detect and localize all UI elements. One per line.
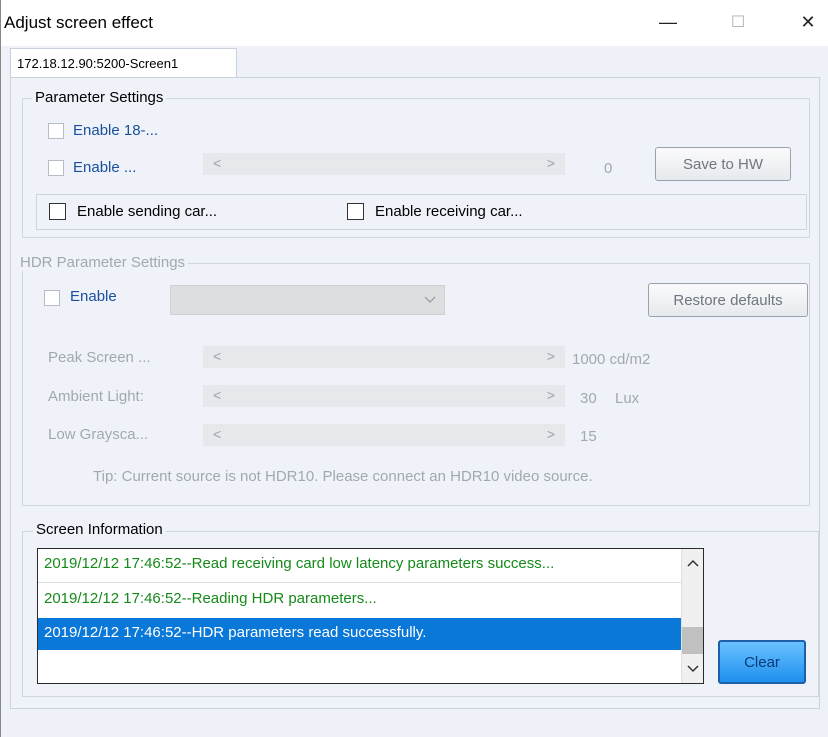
slider-left-arrow-icon[interactable]: < [213, 155, 221, 171]
minimize-button[interactable]: — [648, 4, 688, 40]
ambient-light-unit: Lux [615, 390, 640, 407]
chevron-down-icon [424, 296, 436, 303]
parameter-slider-value: 0 [604, 160, 613, 177]
low-grayscale-label: Low Graysca... [48, 426, 149, 443]
save-to-hw-button[interactable]: Save to HW [655, 147, 791, 181]
hdr-enable-label: Enable [70, 288, 117, 305]
screen-information-log[interactable]: 2019/12/12 17:46:52--Read receiving card… [37, 548, 704, 684]
enable-label: Enable ... [73, 159, 137, 176]
close-button[interactable]: ✕ [788, 4, 828, 40]
peak-left-arrow-icon[interactable]: < [213, 348, 221, 364]
peak-right-arrow-icon[interactable]: > [547, 348, 555, 364]
lowgray-left-arrow-icon[interactable]: < [213, 426, 221, 442]
enable-checkbox[interactable] [48, 160, 64, 176]
hdr-enable-checkbox[interactable] [44, 290, 60, 306]
maximize-button[interactable]: ☐ [718, 4, 758, 40]
log-row[interactable]: 2019/12/12 17:46:52--Reading HDR paramet… [38, 584, 681, 616]
log-scrollbar[interactable] [681, 549, 703, 683]
enable-receiving-card-label: Enable receiving car... [375, 203, 523, 220]
window-title: Adjust screen effect [4, 13, 153, 32]
low-grayscale-value: 15 [580, 428, 597, 445]
clear-button[interactable]: Clear [718, 640, 806, 684]
enable-18-checkbox[interactable] [48, 123, 64, 139]
scroll-down-icon[interactable] [687, 665, 699, 673]
hdr-settings-title: HDR Parameter Settings [17, 254, 189, 271]
parameter-slider[interactable]: < > [203, 153, 565, 175]
slider-right-arrow-icon[interactable]: > [547, 155, 555, 171]
hdr-tip: Tip: Current source is not HDR10. Please… [93, 468, 593, 485]
peak-screen-value: 1000 cd/m2 [572, 351, 651, 368]
enable-sending-card-label: Enable sending car... [77, 203, 218, 220]
log-row[interactable]: 2019/12/12 17:46:52--Read receiving card… [38, 549, 681, 581]
enable-receiving-card-checkbox[interactable] [347, 203, 364, 220]
lowgray-right-arrow-icon[interactable]: > [547, 426, 555, 442]
tab-screen1[interactable]: 172.18.12.90:5200-Screen1 [10, 48, 237, 78]
screen-information-title: Screen Information [33, 521, 166, 538]
enable-sending-card-checkbox[interactable] [49, 203, 66, 220]
enable-18-label: Enable 18-... [73, 122, 159, 139]
ambient-light-value: 30 [580, 390, 597, 407]
ambient-light-slider[interactable]: < > [203, 385, 565, 407]
ambient-right-arrow-icon[interactable]: > [547, 387, 555, 403]
log-row-selected[interactable]: 2019/12/12 17:46:52--HDR parameters read… [38, 618, 681, 650]
restore-defaults-button[interactable]: Restore defaults [648, 283, 808, 317]
ambient-light-label: Ambient Light: [48, 388, 144, 405]
scroll-thumb[interactable] [682, 627, 703, 654]
parameter-settings-title: Parameter Settings [32, 89, 167, 106]
scroll-up-icon[interactable] [687, 559, 699, 567]
log-divider [38, 582, 681, 583]
low-grayscale-slider[interactable]: < > [203, 424, 565, 446]
peak-screen-label: Peak Screen ... [48, 349, 151, 366]
hdr-mode-dropdown[interactable] [170, 285, 445, 315]
ambient-left-arrow-icon[interactable]: < [213, 387, 221, 403]
peak-screen-slider[interactable]: < > [203, 346, 565, 368]
